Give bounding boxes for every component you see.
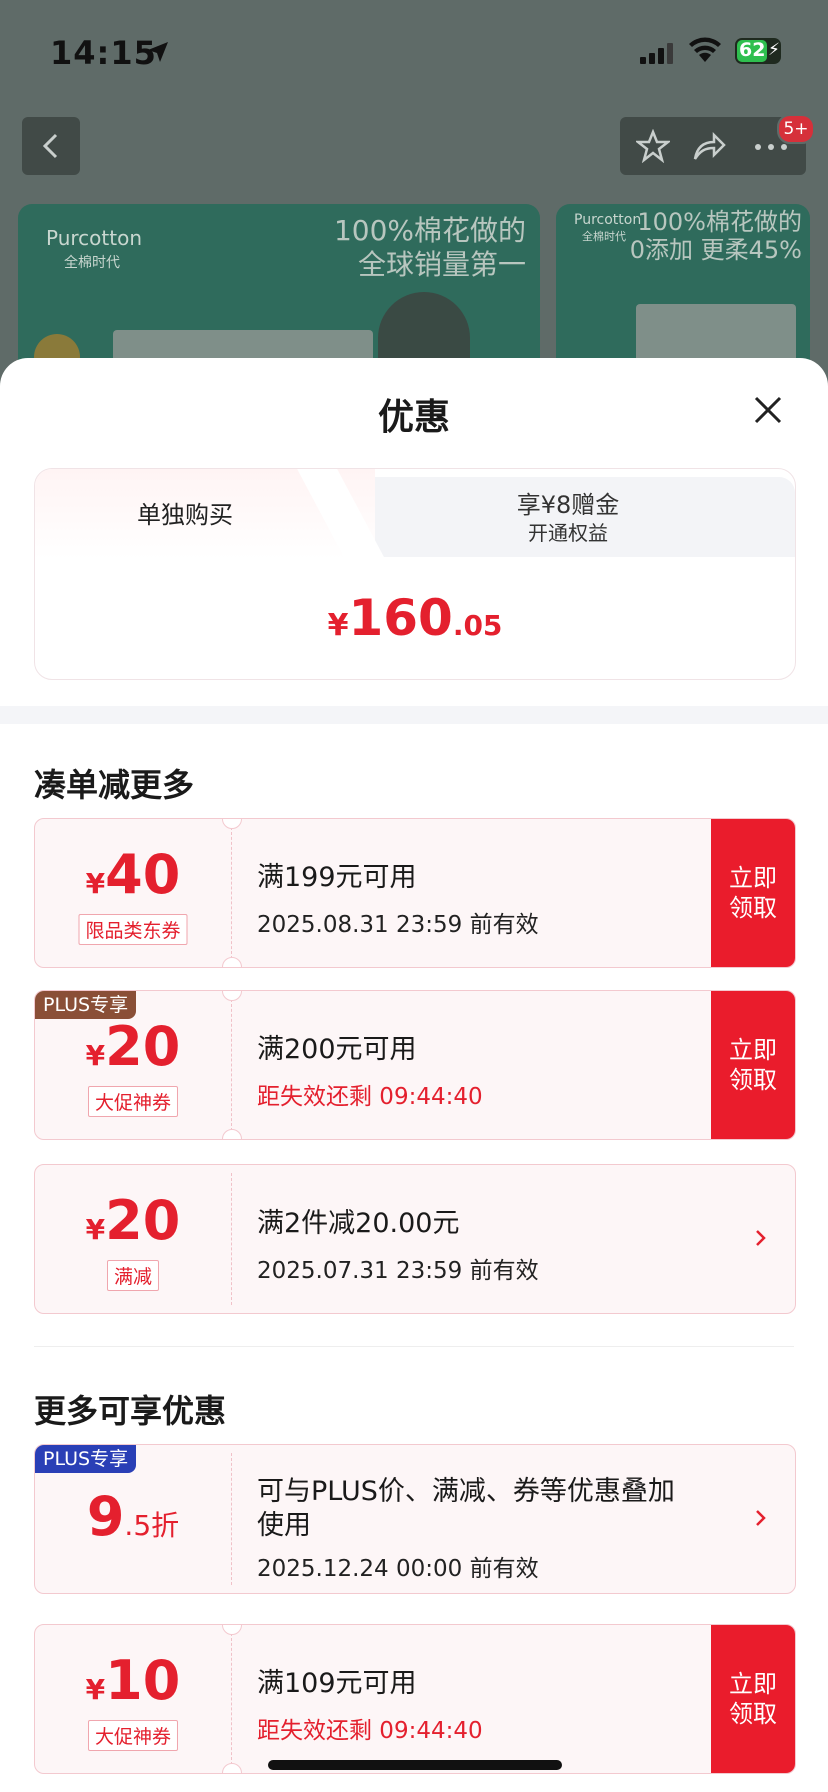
claim-label: 立即 领取	[729, 864, 777, 922]
battery-percent: 62	[739, 39, 766, 61]
coupon-condition-cont: 使用	[257, 1510, 311, 1541]
coupon-card[interactable]: ¥20 大促神券 PLUS专享 满200元可用 距失效还剩 09:44:40 立…	[34, 990, 796, 1140]
product-banner[interactable]: Purcotton 全棉时代 100%棉花做的 0添加 更柔45%	[556, 204, 810, 384]
banner-brand: Purcotton	[46, 226, 142, 250]
section-divider	[0, 706, 828, 724]
section-separator	[34, 1346, 794, 1347]
coupon-tag: 大促神券	[87, 1086, 179, 1117]
coupon-countdown: 距失效还剩 09:44:40	[257, 1084, 483, 1110]
close-icon[interactable]	[748, 390, 788, 430]
claim-button[interactable]: 立即 领取	[711, 1625, 795, 1773]
coupon-condition: 满109元可用	[257, 1668, 417, 1699]
claim-button[interactable]: 立即 领取	[711, 819, 795, 967]
back-button[interactable]	[22, 117, 80, 175]
coupon-condition: 可与PLUS价、满减、券等优惠叠加	[257, 1476, 675, 1507]
banner-slogan: 100%棉花做的 0添加 更柔45%	[630, 208, 802, 264]
coupon-amount-value: 20	[105, 1015, 181, 1078]
claim-button[interactable]: 立即 领取	[711, 991, 795, 1139]
banner-slogan-line2: 全球销量第一	[357, 248, 526, 281]
coupon-value: ¥10 大促神券	[35, 1625, 231, 1773]
banner-slogan-line1: 100%棉花做的	[333, 214, 526, 247]
chevron-right-icon[interactable]	[751, 1503, 771, 1533]
coupon-currency: ¥	[85, 1213, 106, 1246]
status-bar: 14:15 62 ⚡	[0, 0, 828, 100]
background-page: 14:15 62 ⚡ 5+ Purcotton 全棉时代 100%棉花做的 全球…	[0, 0, 828, 384]
purchase-option-card: 享¥8赠金 开通权益 单独购买 ¥160.05	[34, 468, 796, 680]
coupon-amount: ¥20	[35, 1189, 231, 1252]
banner-slogan: 100%棉花做的 全球销量第一	[334, 214, 526, 282]
battery-icon: 62 ⚡	[735, 38, 781, 64]
home-indicator	[268, 1760, 562, 1770]
coupon-currency: ¥	[85, 1673, 106, 1706]
product-banner[interactable]: Purcotton 全棉时代 100%棉花做的 全球销量第一	[18, 204, 540, 384]
coupon-amount-value: 10	[105, 1649, 181, 1712]
coupon-validity: 2025.07.31 23:59 前有效	[257, 1258, 539, 1284]
notification-badge: 5+	[777, 114, 815, 144]
discount-sheet: 优惠 享¥8赠金 开通权益 单独购买 ¥160.05 凑单减更多 ¥40 限品类…	[0, 358, 828, 1792]
coupon-currency: ¥	[85, 867, 106, 900]
sheet-title: 优惠	[377, 397, 450, 438]
share-icon[interactable]	[692, 129, 726, 163]
coupon-validity: 2025.08.31 23:59 前有效	[257, 912, 539, 938]
coupon-amount-value: 9	[86, 1485, 125, 1548]
star-icon[interactable]	[636, 129, 670, 163]
coupon-countdown: 距失效还剩 09:44:40	[257, 1718, 483, 1744]
tab-membership-line1: 享¥8赠金	[516, 491, 620, 519]
coupon-card[interactable]: ¥10 大促神券 满109元可用 距失效还剩 09:44:40 立即 领取	[34, 1624, 796, 1774]
price-currency: ¥	[327, 608, 349, 643]
plus-exclusive-badge: PLUS专享	[35, 991, 137, 1019]
wifi-icon	[689, 37, 721, 62]
coupon-tag: 满减	[106, 1260, 160, 1291]
coupon-card[interactable]: ¥40 限品类东券 满199元可用 2025.08.31 23:59 前有效 立…	[34, 818, 796, 968]
coupon-validity: 2025.12.24 00:00 前有效	[257, 1556, 539, 1582]
claim-label: 立即 领取	[729, 1036, 777, 1094]
status-time: 14:15	[50, 34, 157, 72]
price-integer: 160	[348, 589, 453, 647]
coupon-amount-suffix: .5折	[124, 1509, 180, 1542]
tab-single-purchase-label: 单独购买	[137, 501, 233, 529]
coupon-condition: 满199元可用	[257, 862, 417, 893]
coupon-amount: ¥40	[35, 843, 231, 906]
section-title-more-offers: 更多可享优惠	[34, 1392, 227, 1430]
signal-icon	[640, 42, 676, 64]
coupon-card[interactable]: 9.5折 PLUS专享 可与PLUS价、满减、券等优惠叠加 使用 2025.12…	[34, 1444, 796, 1594]
banner-brand-sub: 全棉时代	[64, 255, 120, 271]
claim-label: 立即 领取	[729, 1670, 777, 1728]
section-title-combine-orders: 凑单减更多	[34, 766, 195, 804]
price: ¥160.05	[35, 589, 795, 647]
coupon-amount-value: 20	[105, 1189, 181, 1252]
banner-slogan-line2: 0添加 更柔45%	[629, 236, 802, 264]
coupon-value: ¥20 满减	[35, 1165, 231, 1313]
coupon-value: ¥40 限品类东券	[35, 819, 231, 967]
banner-brand-sub: 全棉时代	[582, 230, 626, 243]
back-arrow-icon	[42, 133, 58, 159]
plus-exclusive-badge: PLUS专享	[35, 1445, 137, 1473]
tab-membership-line2: 开通权益	[528, 521, 608, 545]
coupon-card[interactable]: ¥20 满减 满2件减20.00元 2025.07.31 23:59 前有效	[34, 1164, 796, 1314]
more-icon[interactable]	[754, 143, 788, 151]
location-arrow-icon	[148, 42, 168, 62]
coupon-amount: ¥10	[35, 1649, 231, 1712]
coupon-currency: ¥	[85, 1039, 106, 1072]
coupon-amount: 9.5折	[35, 1485, 231, 1548]
chevron-right-icon[interactable]	[751, 1223, 771, 1253]
coupon-tag: 限品类东券	[78, 914, 188, 945]
price-decimal: .05	[452, 609, 503, 642]
coupon-condition: 满2件减20.00元	[257, 1208, 460, 1239]
coupon-condition: 满200元可用	[257, 1034, 417, 1065]
coupon-amount: ¥20	[35, 1015, 231, 1078]
coupon-tag: 大促神券	[87, 1720, 179, 1751]
coupon-amount-value: 40	[105, 843, 181, 906]
banner-slogan-line1: 100%棉花做的	[637, 208, 802, 236]
